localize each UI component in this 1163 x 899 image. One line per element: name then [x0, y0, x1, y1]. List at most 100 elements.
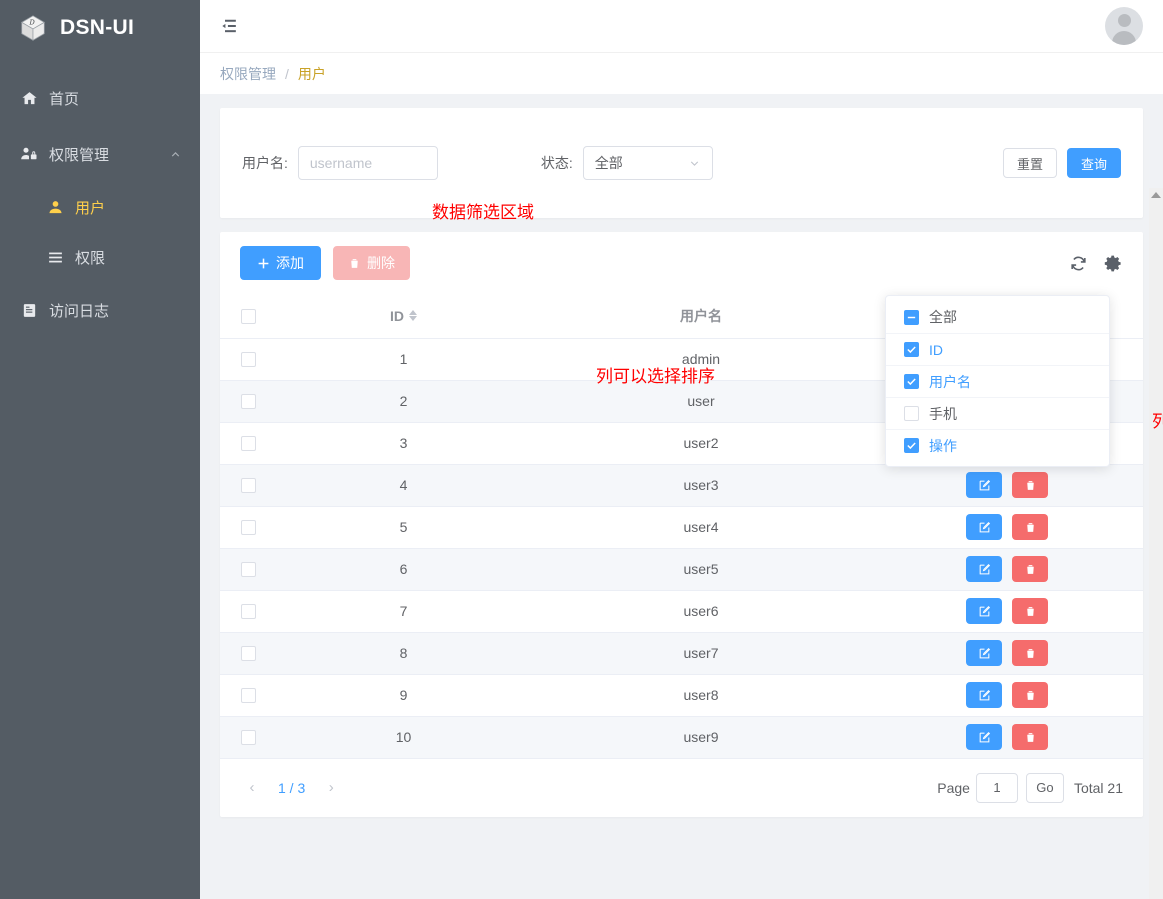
status-label: 状态: — [540, 155, 573, 171]
trash-icon[interactable] — [1012, 472, 1048, 498]
sidebar-item-access-log[interactable]: 访问日志 — [0, 282, 200, 338]
status-field-group: 状态: 全部 — [541, 146, 713, 180]
row-checkbox[interactable] — [240, 520, 256, 536]
sidebar-item-label: 权限 — [75, 249, 106, 267]
table-row[interactable]: 10 user9 — [220, 716, 1143, 759]
brand[interactable]: D DSN-UI — [0, 0, 200, 56]
row-checkbox[interactable] — [240, 730, 256, 746]
table-row[interactable]: 5 user4 — [220, 506, 1143, 549]
row-id-cell: 2 — [276, 380, 531, 423]
avatar-head — [1117, 14, 1131, 27]
breadcrumb-current: 用户 — [297, 65, 326, 82]
page-jump-label: Page — [937, 779, 970, 796]
row-checkbox[interactable] — [240, 478, 256, 494]
select-all-checkbox[interactable] — [240, 309, 256, 325]
checked-checkbox-icon[interactable] — [904, 342, 919, 357]
table-row[interactable]: 4 user3 — [220, 464, 1143, 507]
row-id-cell: 3 — [276, 422, 531, 465]
table-row[interactable]: 7 user6 — [220, 590, 1143, 633]
unchecked-checkbox-icon[interactable] — [904, 406, 919, 421]
chevron-right-icon[interactable]: › — [319, 776, 343, 800]
refresh-icon[interactable] — [1069, 254, 1088, 273]
menu-fold-icon[interactable] — [220, 16, 240, 36]
sort-asc-caret — [409, 310, 417, 316]
checked-checkbox-icon[interactable] — [904, 438, 919, 453]
column-toggle-item[interactable]: 手机 — [886, 397, 1109, 429]
trash-icon[interactable] — [1012, 724, 1048, 750]
edit-icon[interactable] — [966, 640, 1002, 666]
trash-icon[interactable] — [1012, 598, 1048, 624]
table-row[interactable]: 6 user5 — [220, 548, 1143, 591]
reset-button[interactable]: 重置 — [1002, 148, 1057, 178]
vertical-scrollbar[interactable] — [1149, 188, 1163, 899]
delete-button-label: 删除 — [367, 255, 395, 271]
gear-icon[interactable] — [1104, 254, 1123, 273]
svg-text:D: D — [28, 18, 35, 26]
row-select-cell — [220, 548, 276, 591]
edit-icon[interactable] — [966, 682, 1002, 708]
row-id-cell: 4 — [276, 464, 531, 507]
trash-icon[interactable] — [1012, 682, 1048, 708]
row-checkbox[interactable] — [240, 562, 256, 578]
row-checkbox[interactable] — [240, 604, 256, 620]
trash-icon[interactable] — [1012, 514, 1048, 540]
status-select-value: 全部 — [594, 155, 623, 171]
row-id-cell: 9 — [276, 674, 531, 717]
column-toggle-item[interactable]: ID — [886, 333, 1109, 365]
row-select-cell — [220, 674, 276, 717]
chevron-left-icon[interactable]: ‹ — [240, 776, 264, 800]
checked-checkbox-icon[interactable] — [904, 374, 919, 389]
table-row[interactable]: 9 user8 — [220, 674, 1143, 717]
row-id-cell: 10 — [276, 716, 531, 759]
row-select-cell — [220, 716, 276, 759]
edit-icon[interactable] — [966, 598, 1002, 624]
sort-icon[interactable] — [409, 310, 417, 322]
column-toggle-item[interactable]: 全部 — [886, 301, 1109, 333]
go-button[interactable]: Go — [1025, 772, 1064, 803]
edit-icon[interactable] — [966, 556, 1002, 582]
status-select[interactable]: 全部 — [582, 146, 713, 180]
row-checkbox[interactable] — [240, 688, 256, 704]
sidebar-item-permission-mgmt[interactable]: 权限管理 — [0, 126, 200, 182]
row-checkbox[interactable] — [240, 394, 256, 410]
row-checkbox[interactable] — [240, 352, 256, 368]
username-input[interactable] — [297, 146, 438, 180]
column-toggle-item[interactable]: 操作 — [886, 429, 1109, 461]
sidebar-item-home[interactable]: 首页 — [0, 70, 200, 126]
sort-desc-caret — [409, 316, 417, 322]
home-icon — [18, 90, 40, 107]
edit-icon[interactable] — [966, 472, 1002, 498]
sidebar-item-permissions[interactable]: 权限 — [0, 232, 200, 282]
th-id[interactable]: ID — [276, 294, 531, 339]
delete-button[interactable]: 删除 — [333, 246, 410, 280]
book-icon — [18, 302, 40, 319]
row-checkbox[interactable] — [240, 646, 256, 662]
edit-icon[interactable] — [966, 724, 1002, 750]
list-icon — [44, 249, 66, 266]
row-checkbox[interactable] — [240, 436, 256, 452]
row-id-cell: 5 — [276, 506, 531, 549]
add-button[interactable]: 添加 — [240, 246, 321, 280]
search-button[interactable]: 查询 — [1066, 148, 1121, 178]
column-visibility-dropdown[interactable]: 全部 ID 用户名 手机 操作 — [885, 295, 1110, 467]
avatar[interactable] — [1105, 7, 1143, 45]
row-actions-cell — [871, 506, 1143, 549]
row-id-cell: 7 — [276, 590, 531, 633]
indeterminate-checkbox-icon[interactable] — [904, 309, 919, 325]
row-select-cell — [220, 506, 276, 549]
edit-icon[interactable] — [966, 514, 1002, 540]
trash-icon[interactable] — [1012, 640, 1048, 666]
page-indicator: 1 / 3 — [278, 779, 306, 796]
page-jump-input[interactable] — [975, 772, 1018, 803]
row-select-cell — [220, 464, 276, 507]
scroll-up-arrow[interactable] — [1151, 192, 1161, 198]
column-toggle-item[interactable]: 用户名 — [886, 365, 1109, 397]
row-username-cell: user4 — [531, 506, 871, 549]
row-username-cell: user7 — [531, 632, 871, 675]
trash-icon[interactable] — [1012, 556, 1048, 582]
th-username[interactable]: 用户名 — [531, 294, 871, 339]
row-actions-cell — [871, 548, 1143, 591]
table-row[interactable]: 8 user7 — [220, 632, 1143, 675]
breadcrumb-parent[interactable]: 权限管理 — [220, 64, 276, 84]
sidebar-item-users[interactable]: 用户 — [0, 182, 200, 232]
